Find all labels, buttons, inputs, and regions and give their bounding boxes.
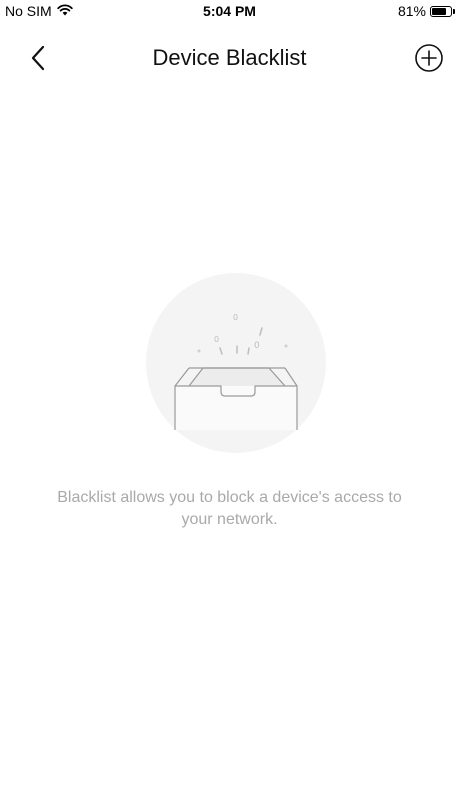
- status-time: 5:04 PM: [203, 3, 256, 19]
- empty-tray-illustration: 0 0 0: [145, 272, 327, 454]
- battery-percent: 81%: [397, 3, 426, 19]
- page-title: Device Blacklist: [152, 45, 307, 70]
- status-right: 81%: [398, 3, 455, 19]
- add-device-button[interactable]: [411, 42, 447, 78]
- battery-cap: [453, 8, 455, 14]
- status-bar: No SIM 5:04 PM 81%: [0, 0, 459, 22]
- battery-icon: [430, 5, 452, 17]
- svg-text:0: 0: [233, 313, 238, 322]
- battery-level: [432, 7, 446, 15]
- plus-circle-icon: [414, 43, 444, 78]
- svg-text:0: 0: [254, 341, 260, 351]
- empty-state-message: Blacklist allows you to block a device's…: [57, 489, 402, 528]
- svg-text:0: 0: [214, 335, 219, 344]
- nav-bar: Device Blacklist: [0, 22, 459, 92]
